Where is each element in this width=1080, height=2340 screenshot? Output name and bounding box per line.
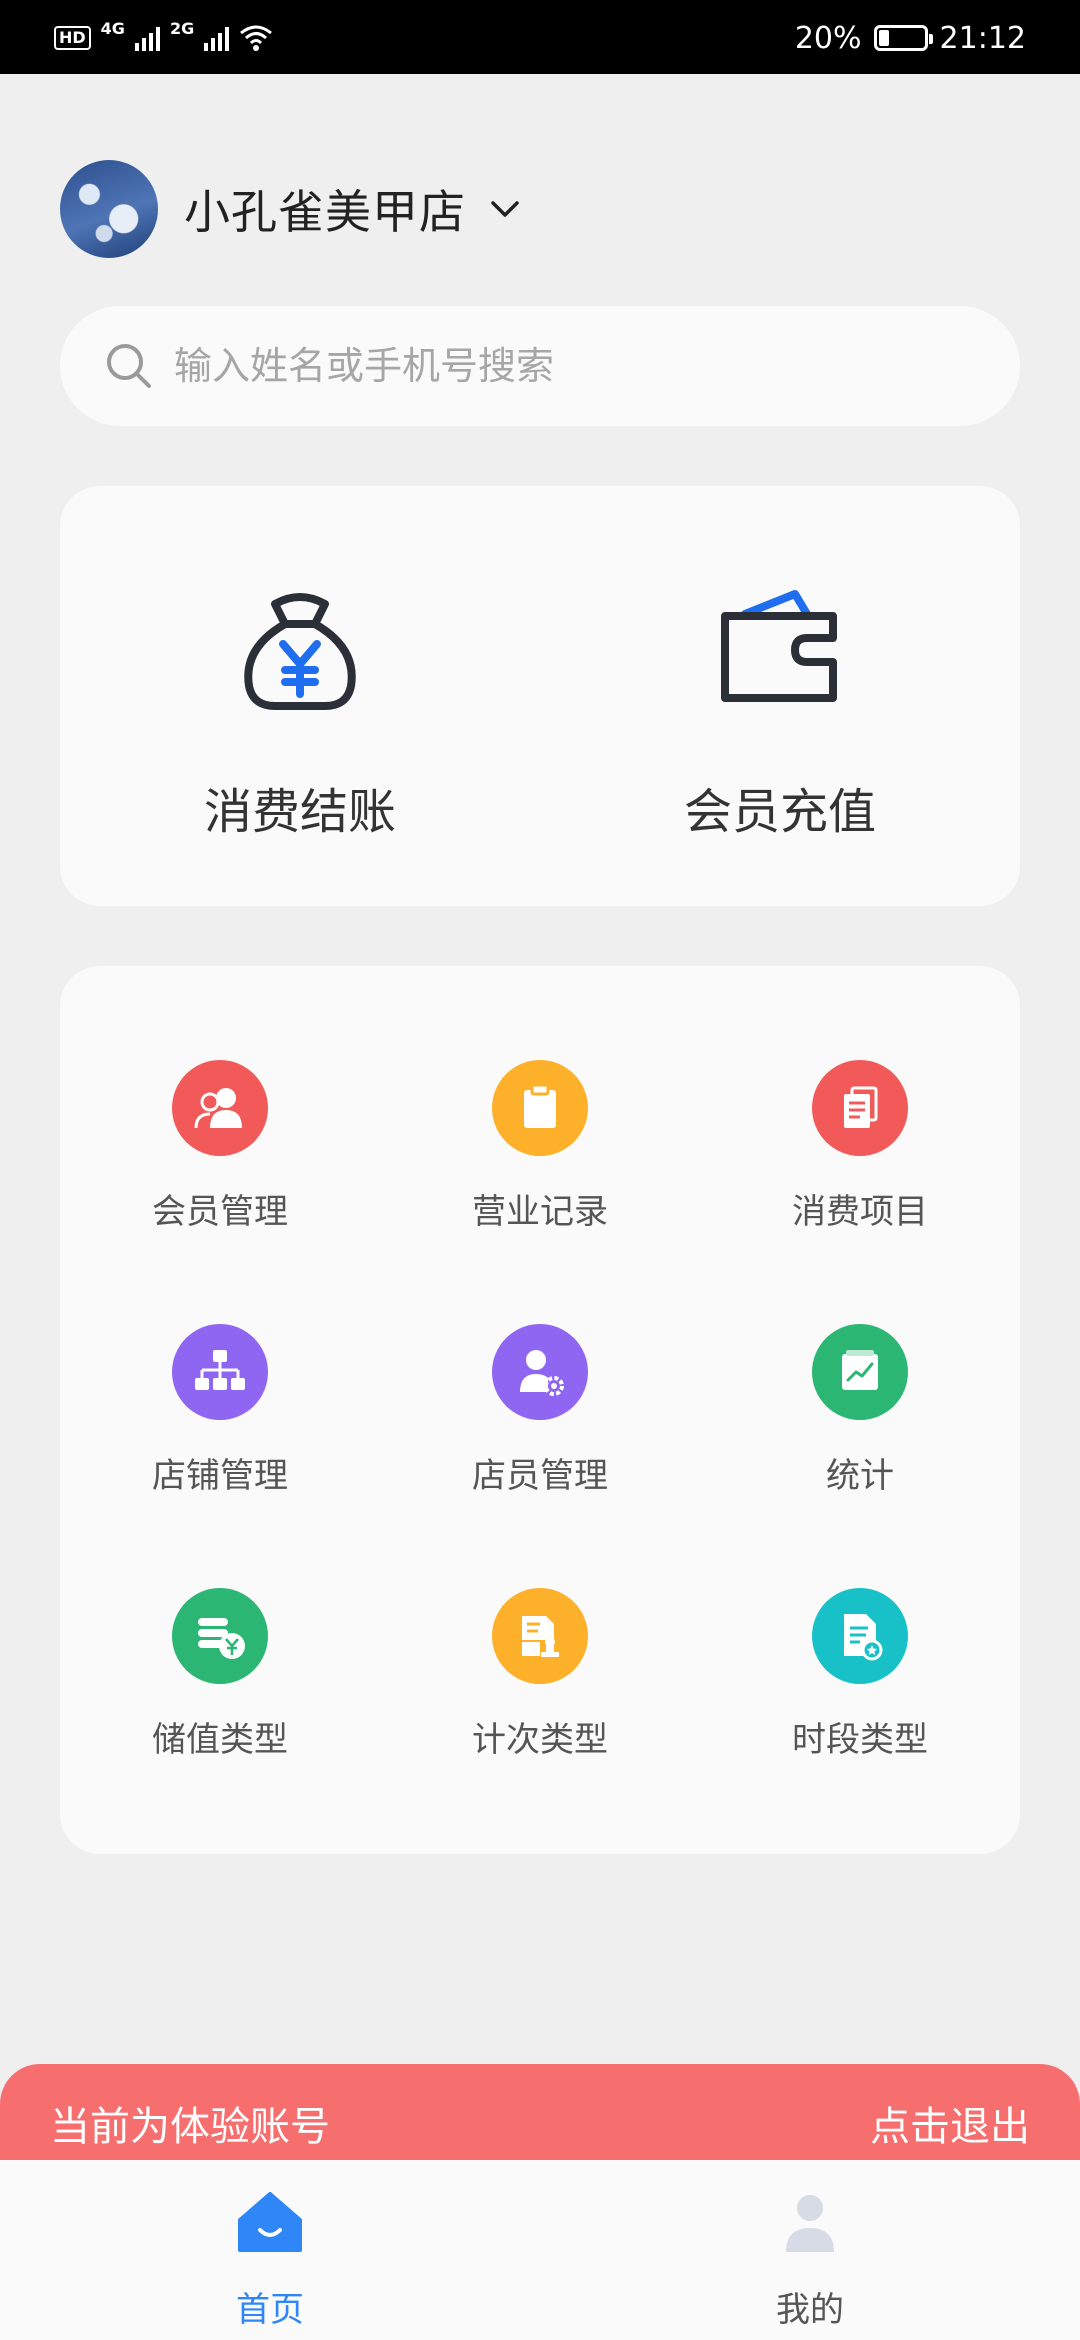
tab-mine-label: 我的: [776, 2290, 844, 2330]
chart-icon: [812, 1324, 908, 1420]
grid-label: 会员管理: [152, 1192, 288, 1232]
tab-home-label: 首页: [236, 2290, 304, 2330]
members-icon: [172, 1060, 268, 1156]
recharge-label: 会员充值: [683, 784, 876, 840]
member-recharge-button[interactable]: 会员充值: [540, 486, 1020, 906]
grid-item-consumption-items[interactable]: 消费项目: [700, 966, 1020, 1232]
grid-label: 计次类型: [472, 1720, 608, 1760]
network-4g-label: 4G: [100, 18, 125, 38]
grid-label: 营业记录: [472, 1192, 608, 1232]
home-icon: [238, 2192, 302, 2252]
search-bar[interactable]: [60, 306, 1020, 426]
wifi-icon: [240, 25, 273, 51]
store-name: 小孔雀美甲店: [184, 185, 466, 239]
battery-icon: [873, 25, 933, 51]
trial-account-banner: 当前为体验账号 点击退出: [0, 2064, 1080, 2174]
hd-badge: HD: [54, 26, 91, 50]
clipboard-icon: [492, 1060, 588, 1156]
tab-home[interactable]: 首页: [0, 2160, 540, 2340]
status-right: 20% 21:12: [795, 18, 1026, 58]
grid-label: 店员管理: [472, 1456, 608, 1496]
grid-item-store-management[interactable]: 店铺管理: [60, 1230, 380, 1496]
trial-account-text: 当前为体验账号: [50, 2104, 330, 2150]
signal-icon-2: [204, 25, 230, 51]
features-grid-card: 会员管理 营业记录 消费项目 店铺管理 店员管理 统计 储值类型 计次类型 时段…: [60, 966, 1020, 1854]
store-avatar: [60, 160, 158, 258]
wallet-icon: [721, 590, 837, 702]
grid-item-stored-value-types[interactable]: 储值类型: [60, 1494, 380, 1760]
certificate-icon: [812, 1588, 908, 1684]
grid-label: 统计: [826, 1456, 894, 1496]
money-bag-icon: [244, 593, 356, 710]
grid-item-count-types[interactable]: 计次类型: [380, 1494, 700, 1760]
grid-label: 时段类型: [792, 1720, 928, 1760]
checkout-label: 消费结账: [203, 784, 396, 840]
grid-label: 储值类型: [152, 1720, 288, 1760]
grid-label: 消费项目: [792, 1192, 928, 1232]
network-2g-label: 2G: [169, 18, 195, 38]
staff-settings-icon: [492, 1324, 588, 1420]
quick-actions-card: 消费结账 会员充值: [60, 486, 1020, 906]
tab-mine[interactable]: 我的: [540, 2160, 1080, 2340]
search-icon: [107, 344, 151, 388]
signal-icon: [134, 25, 160, 51]
stamp-icon: [492, 1588, 588, 1684]
clock: 21:12: [939, 20, 1026, 56]
status-bar: HD 4G 2G 20% 21:12: [0, 0, 1080, 74]
grid-item-member-management[interactable]: 会员管理: [60, 966, 380, 1232]
coins-icon: [172, 1588, 268, 1684]
grid-label: 店铺管理: [152, 1456, 288, 1496]
grid-item-statistics[interactable]: 统计: [700, 1230, 1020, 1496]
org-chart-icon: [172, 1324, 268, 1420]
document-icon: [812, 1060, 908, 1156]
bottom-tab-bar: 首页 我的: [0, 2160, 1080, 2340]
grid-item-period-types[interactable]: 时段类型: [700, 1494, 1020, 1760]
checkout-button[interactable]: 消费结账: [60, 486, 540, 906]
grid-item-staff-management[interactable]: 店员管理: [380, 1230, 700, 1496]
user-icon: [786, 2195, 834, 2252]
status-left: HD 4G 2G: [54, 18, 273, 58]
search-input[interactable]: [172, 343, 936, 389]
logout-link[interactable]: 点击退出: [870, 2094, 1030, 2152]
battery-percent: 20%: [794, 20, 862, 56]
store-selector[interactable]: 小孔雀美甲店: [60, 160, 522, 258]
grid-item-business-records[interactable]: 营业记录: [380, 966, 700, 1232]
chevron-down-icon: [491, 201, 519, 217]
